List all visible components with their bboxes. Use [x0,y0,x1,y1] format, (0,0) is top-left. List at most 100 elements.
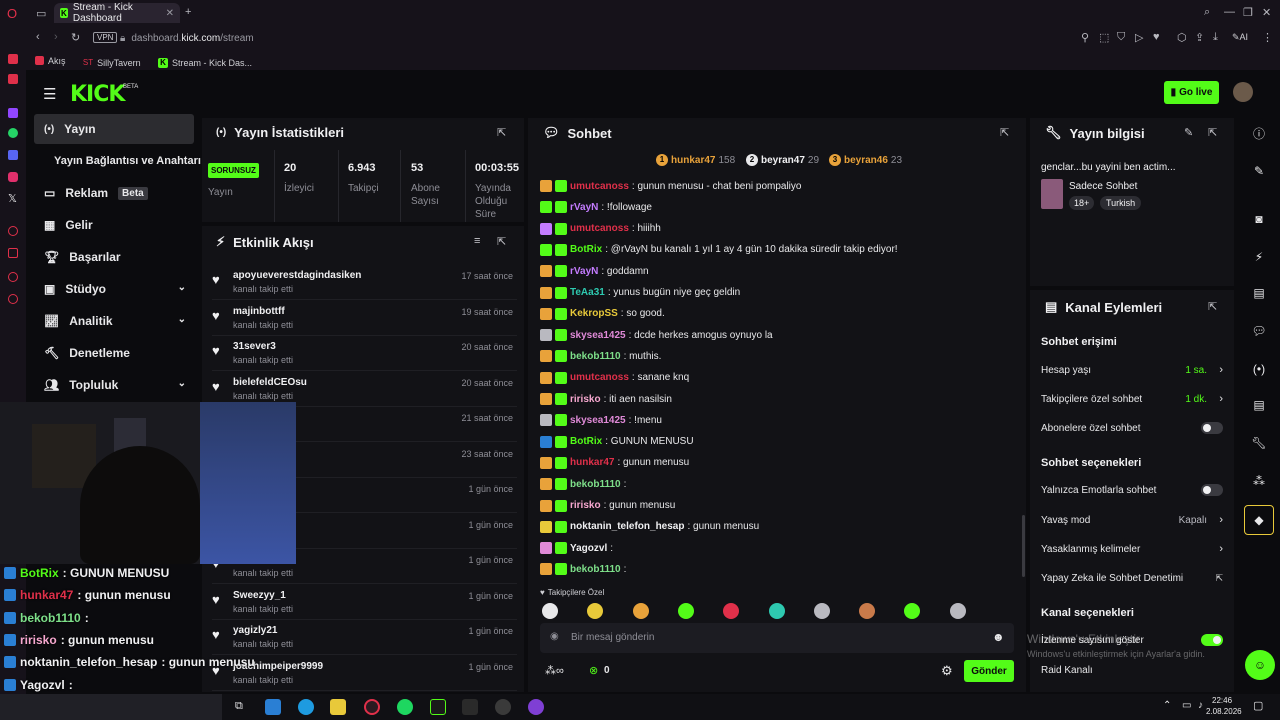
emote-icon[interactable] [813,603,830,619]
broadcast-icon[interactable]: (•) [1250,360,1268,378]
forward-icon[interactable]: › [54,31,58,43]
history-icon[interactable] [8,226,18,236]
nav-item-analitik[interactable]: 📈︎ Analitik ⌄ [34,306,194,336]
nav-item-stream-key[interactable]: Yayın Bağlantısı ve Anahtarı [34,146,204,176]
chat-username[interactable]: BotRix [570,244,602,255]
popout-icon[interactable]: ⇱ [1208,300,1217,313]
music-icon[interactable] [8,54,18,64]
chat-username[interactable]: rVayN [570,266,598,277]
bookmark-sillytavern[interactable]: ST SillyTavern [83,58,141,68]
chat-username[interactable]: TeAa31 [570,287,605,298]
instagram-icon[interactable] [8,172,18,182]
popout-icon[interactable]: ⇱ [1000,126,1009,139]
notifications-icon[interactable]: ▢ [1253,699,1263,712]
emote-icon[interactable] [542,603,558,619]
emoji-icon[interactable]: ☻ [992,630,1005,644]
close-tab-icon[interactable]: ✕ [166,8,174,19]
chat-username[interactable]: umutcanoss [570,181,629,192]
community-icon[interactable]: ⁂ [1250,472,1268,490]
url-field[interactable]: 🔒︎ dashboard.kick.com/stream [120,29,254,47]
clock-date[interactable]: 2.08.2026 [1206,707,1242,716]
share-icon[interactable]: ⇪ [1195,31,1204,44]
close-window-icon[interactable]: ✕ [1262,6,1271,19]
settings-icon[interactable] [8,294,18,304]
top-chatter[interactable]: 2 beyran47 29 [746,154,819,166]
twitch-icon[interactable] [8,108,18,118]
nav-item-reklam[interactable]: ▭ Reklam Beta [34,178,194,208]
taskbar-search[interactable] [0,694,222,720]
task-view-icon[interactable]: ⧉ [235,700,243,713]
chat-settings-icon[interactable]: ⚙ [941,663,953,679]
slow-mode-row[interactable]: Yavaş mod Kapalı › [1041,510,1225,530]
chat-username[interactable]: rVayN [570,202,598,213]
emotes-only-toggle[interactable] [1201,484,1223,496]
popout-icon[interactable]: ⇱ [497,126,506,139]
camera-icon[interactable]: ◙ [1250,210,1268,228]
channel-actions-icon[interactable]: ▤ [1250,396,1268,414]
event-username[interactable]: yagizly21 [233,625,277,636]
chat-input[interactable]: ◉ Bir mesaj gönderin ☻ [540,623,1014,653]
new-tab-icon[interactable]: + [185,6,191,18]
emote-icon[interactable] [859,603,876,619]
chat-username[interactable]: ririsko [570,500,601,511]
chat-username[interactable]: skysea1425 [570,330,626,341]
epic-games-icon[interactable] [462,699,478,715]
tab-kick-dashboard[interactable]: K Stream - Kick Dashboard ✕ [54,2,180,24]
chat-username[interactable]: bekob1110 [570,351,621,362]
player-icon[interactable] [8,74,18,84]
downloads-icon[interactable] [8,272,18,282]
whatsapp-icon[interactable] [8,128,18,138]
channel-points-icon[interactable]: ⁂∞ [545,664,564,677]
spotify-icon[interactable] [397,699,413,715]
chat-username[interactable]: bekob1110 [570,479,621,490]
chat-bubble-icon[interactable]: 💬︎ [1250,322,1268,340]
heart-icon[interactable]: ♥ [1153,31,1160,43]
subs-chat-toggle[interactable] [1201,422,1223,434]
tab-list-icon[interactable]: ▭ [36,7,46,20]
store-icon[interactable] [265,699,281,715]
popout-icon[interactable]: ⇱ [497,235,506,248]
emote-icon[interactable] [632,603,649,619]
top-chatter[interactable]: 3 beyran46 23 [829,154,902,166]
ai-moderation-row[interactable]: Yapay Zeka ile Sohbet Denetimi ⇱ [1041,568,1225,588]
filter-icon[interactable]: ≡ [474,235,480,247]
pin-icon[interactable]: ⚲ [1081,31,1089,44]
back-icon[interactable]: ‹ [36,31,40,43]
info-icon[interactable]: ⓘ [1250,124,1268,142]
chat-username[interactable]: Yagozvl [570,543,607,554]
nav-item-topluluk[interactable]: 👥︎ Topluluk ⌄ [34,370,194,400]
tray-chevron-icon[interactable]: ⌃ [1163,700,1171,711]
extensions-icon[interactable]: ⬡ [1177,31,1187,44]
show-viewers-toggle[interactable] [1201,634,1223,646]
minimize-icon[interactable]: — [1224,6,1235,18]
chat-username[interactable]: hunkar47 [570,457,614,468]
nav-item-denetleme[interactable]: 🔨︎ Denetleme [34,338,194,368]
folder-icon[interactable] [330,699,346,715]
chat-username[interactable]: bekob1110 [570,564,621,575]
edit-icon[interactable]: ✎ [1250,162,1268,180]
edge-icon[interactable] [298,699,314,715]
chat-scrollbar[interactable] [1022,515,1025,577]
go-live-button[interactable]: ▮ Go live [1164,81,1219,104]
account-age-row[interactable]: Hesap yaşı 1 sa. › [1041,360,1225,380]
emote-icon[interactable] [768,603,785,619]
event-username[interactable]: apoyueverestdagindasiken [233,270,361,281]
obs-icon[interactable] [495,699,511,715]
emote-icon[interactable] [677,603,694,619]
emote-icon[interactable] [949,603,966,619]
app-icon[interactable] [528,699,544,715]
play-icon[interactable]: ▷ [1135,31,1143,44]
event-username[interactable]: majinbottff [233,306,285,317]
chat-username[interactable]: umutcanoss [570,372,629,383]
download-icon[interactable]: ⤓ [1213,31,1218,44]
event-username[interactable]: Sweezyy_1 [233,590,286,601]
nav-item-basarilar[interactable]: 🏆︎ Başarılar [34,242,194,272]
ai-button[interactable]: ✎AI [1232,32,1248,43]
help-icon[interactable]: ☺ [1245,650,1275,680]
raid-row[interactable]: Raid Kanalı [1041,660,1225,680]
send-button[interactable]: Gönder [964,660,1014,682]
opera-gx-icon[interactable] [364,699,380,715]
vpn-badge[interactable]: VPN [93,32,118,43]
menu-icon[interactable]: ⋮ [1262,31,1273,44]
maximize-icon[interactable]: ❐ [1243,6,1253,19]
